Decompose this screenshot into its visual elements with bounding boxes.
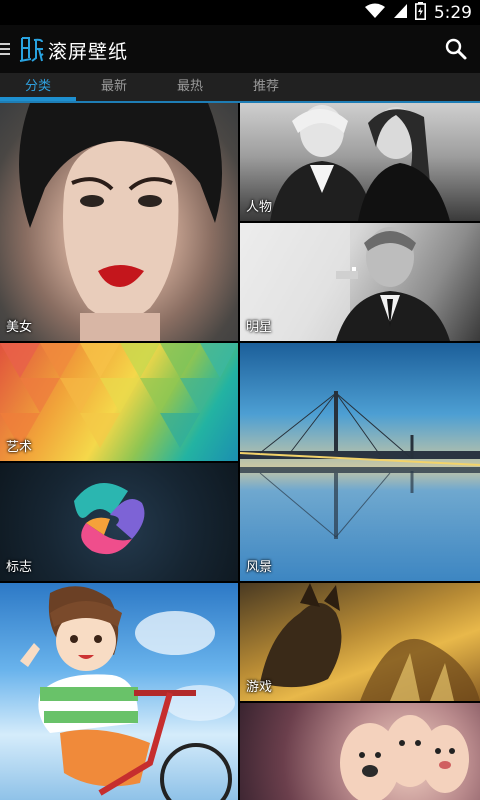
category-grid: 美女 人物 明星 艺术 风景 标志 游戏 [0, 103, 480, 800]
paper-logo-icon[interactable] [18, 34, 44, 64]
category-label: 明星 [246, 320, 273, 335]
category-tile-star[interactable]: 明星 [240, 223, 480, 341]
signal-icon [393, 3, 407, 23]
search-icon[interactable] [444, 37, 468, 61]
category-label: 美女 [6, 320, 33, 335]
scenery-image [240, 391, 480, 539]
battery-icon [414, 1, 426, 24]
tab-bar: 分类 最新 最热 推荐 [0, 73, 480, 103]
category-tile-cute[interactable] [240, 703, 480, 800]
category-tile-logo[interactable]: 标志 [0, 463, 238, 581]
category-tile-beauty[interactable]: 美女 [0, 103, 238, 341]
category-label: 艺术 [6, 440, 33, 455]
beauty-image [19, 103, 223, 341]
anime-image [20, 586, 235, 800]
category-label: 标志 [6, 560, 33, 575]
star-image [240, 223, 450, 341]
people-image [270, 105, 450, 221]
tab-hottest[interactable]: 最热 [152, 73, 228, 101]
game-image [260, 583, 480, 701]
category-tile-art[interactable]: 艺术 [0, 343, 238, 461]
category-tile-scenery[interactable]: 风景 [240, 343, 480, 581]
status-icons: 5:29 [364, 1, 472, 24]
tab-indicator [0, 97, 76, 101]
tab-latest[interactable]: 最新 [76, 73, 152, 101]
cute-image [340, 715, 469, 800]
clock: 5:29 [433, 2, 472, 23]
wifi-icon [364, 3, 385, 23]
status-bar: 5:29 [0, 0, 480, 25]
category-label: 风景 [246, 560, 273, 575]
category-label: 游戏 [246, 680, 273, 695]
logo-image [74, 483, 145, 555]
category-tile-game[interactable]: 游戏 [240, 583, 480, 701]
category-tile-people[interactable]: 人物 [240, 103, 480, 221]
app-bar: 滚屏壁纸 [0, 25, 480, 73]
art-image [0, 343, 238, 448]
category-tile-anime[interactable] [0, 583, 238, 800]
tab-recommended[interactable]: 推荐 [228, 73, 304, 101]
category-label: 人物 [246, 200, 273, 215]
app-title: 滚屏壁纸 [48, 41, 129, 63]
menu-icon[interactable] [0, 40, 12, 58]
